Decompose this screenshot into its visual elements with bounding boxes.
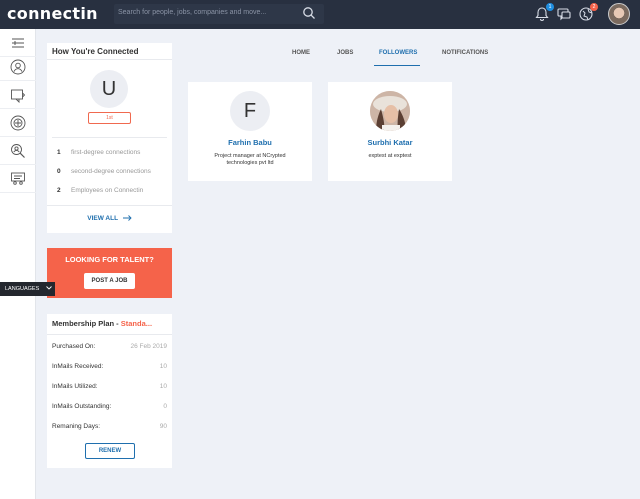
- search-input[interactable]: Search for people, jobs, companies and m…: [118, 9, 266, 16]
- messages-button[interactable]: [556, 6, 572, 22]
- divider: [47, 205, 172, 206]
- user-avatar[interactable]: [608, 3, 630, 25]
- membership-row: Remaning Days: 90: [52, 423, 167, 430]
- membership-plan: Standa...: [120, 319, 153, 328]
- groups-icon: [11, 172, 25, 185]
- sidebar: [0, 29, 36, 499]
- post-job-button[interactable]: POST A JOB: [84, 273, 135, 289]
- row-label: InMails Utilized:: [52, 383, 98, 390]
- row-value: 90: [159, 423, 167, 430]
- connections-title: How You're Connected: [52, 47, 139, 56]
- notifications-badge: 1: [546, 3, 554, 11]
- follower-card[interactable]: F Farhin Babu Project manager at NCrypte…: [188, 82, 312, 181]
- sidebar-item-contacts[interactable]: [0, 81, 36, 109]
- row-label: InMails Outstanding:: [52, 403, 112, 410]
- divider: [47, 59, 172, 60]
- network-icon: [10, 115, 26, 130]
- membership-title-prefix: Membership Plan -: [52, 319, 121, 328]
- view-all-label: VIEW ALL: [87, 215, 118, 222]
- membership-row: Purchased On: 26 Feb 2019: [52, 343, 167, 350]
- stat-second-degree[interactable]: 0 second-degree connections: [57, 168, 151, 175]
- tab-jobs[interactable]: JOBS: [337, 50, 353, 56]
- membership-card: Membership Plan - Standa... Purchased On…: [47, 314, 172, 468]
- arrow-right-icon: [122, 215, 132, 222]
- chevron-down-icon: [45, 286, 52, 290]
- sidebar-item-search-people[interactable]: [0, 137, 36, 165]
- profile-icon: [10, 59, 26, 74]
- contacts-icon: [11, 89, 26, 103]
- search-bar[interactable]: Search for people, jobs, companies and m…: [114, 4, 324, 24]
- logo[interactable]: connectin: [7, 4, 98, 23]
- tab-followers[interactable]: FOLLOWERS: [379, 50, 417, 56]
- membership-row: InMails Outstanding: 0: [52, 403, 167, 410]
- globe-button[interactable]: 2: [578, 3, 598, 22]
- stat-label: first-degree connections: [71, 149, 141, 156]
- stat-label: second-degree connections: [71, 168, 151, 175]
- sidebar-item-network[interactable]: [0, 109, 36, 137]
- renew-button[interactable]: RENEW: [85, 443, 135, 459]
- follower-headline: Project manager at NCrypted technologies…: [214, 153, 286, 166]
- tab-notifications[interactable]: NOTIFICATIONS: [442, 50, 488, 56]
- stat-count: 1: [57, 149, 61, 156]
- row-value: 26 Feb 2019: [130, 343, 167, 350]
- row-label: Purchased On:: [52, 343, 96, 350]
- connections-card: How You're Connected U 1st 1 first-degree…: [47, 43, 172, 233]
- talent-title: LOOKING FOR TALENT?: [65, 255, 154, 264]
- sidebar-item-groups[interactable]: [0, 165, 36, 193]
- stat-label: Employees on Connectin: [71, 187, 144, 194]
- follower-card[interactable]: Surbhi Katar exptest at exptest: [328, 82, 452, 181]
- divider: [52, 137, 167, 138]
- search-icon[interactable]: [302, 6, 316, 20]
- profile-photo: [370, 91, 410, 131]
- membership-row: InMails Received: 10: [52, 363, 167, 370]
- row-label: Remaning Days:: [52, 423, 101, 430]
- talent-card: LOOKING FOR TALENT? POST A JOB: [47, 248, 172, 298]
- languages-dropdown[interactable]: LANGUAGES: [0, 282, 55, 296]
- view-all-link[interactable]: VIEW ALL: [47, 215, 172, 222]
- follower-name[interactable]: Farhin Babu: [188, 138, 312, 147]
- stat-first-degree[interactable]: 1 first-degree connections: [57, 149, 140, 156]
- follower-name[interactable]: Surbhi Katar: [328, 138, 452, 147]
- membership-row: InMails Utilized: 10: [52, 383, 167, 390]
- row-value: 10: [159, 383, 167, 390]
- row-label: InMails Received:: [52, 363, 104, 370]
- stat-employees[interactable]: 2 Employees on Connectin: [57, 187, 143, 194]
- stat-count: 0: [57, 168, 61, 175]
- search-people-icon: [11, 143, 25, 158]
- chat-icon: [557, 8, 571, 21]
- row-value: 10: [159, 363, 167, 370]
- alerts-badge: 2: [590, 3, 598, 11]
- follower-headline: exptest at exptest: [368, 153, 412, 159]
- menu-icon: [12, 38, 24, 47]
- divider: [47, 334, 172, 335]
- sidebar-item-profile[interactable]: [0, 53, 36, 81]
- avatar: [370, 91, 410, 131]
- tab-home[interactable]: HOME: [292, 50, 310, 56]
- top-navbar: connectin Search for people, jobs, compa…: [0, 0, 640, 29]
- notifications-button[interactable]: 1: [534, 3, 554, 22]
- avatar: U: [90, 70, 128, 108]
- membership-title: Membership Plan - Standa...: [52, 319, 152, 328]
- active-tab-indicator: [374, 65, 420, 66]
- stat-count: 2: [57, 187, 61, 194]
- degree-badge: 1st: [88, 112, 131, 124]
- languages-label: LANGUAGES: [5, 286, 40, 292]
- avatar: F: [230, 91, 270, 131]
- row-value: 0: [163, 403, 167, 410]
